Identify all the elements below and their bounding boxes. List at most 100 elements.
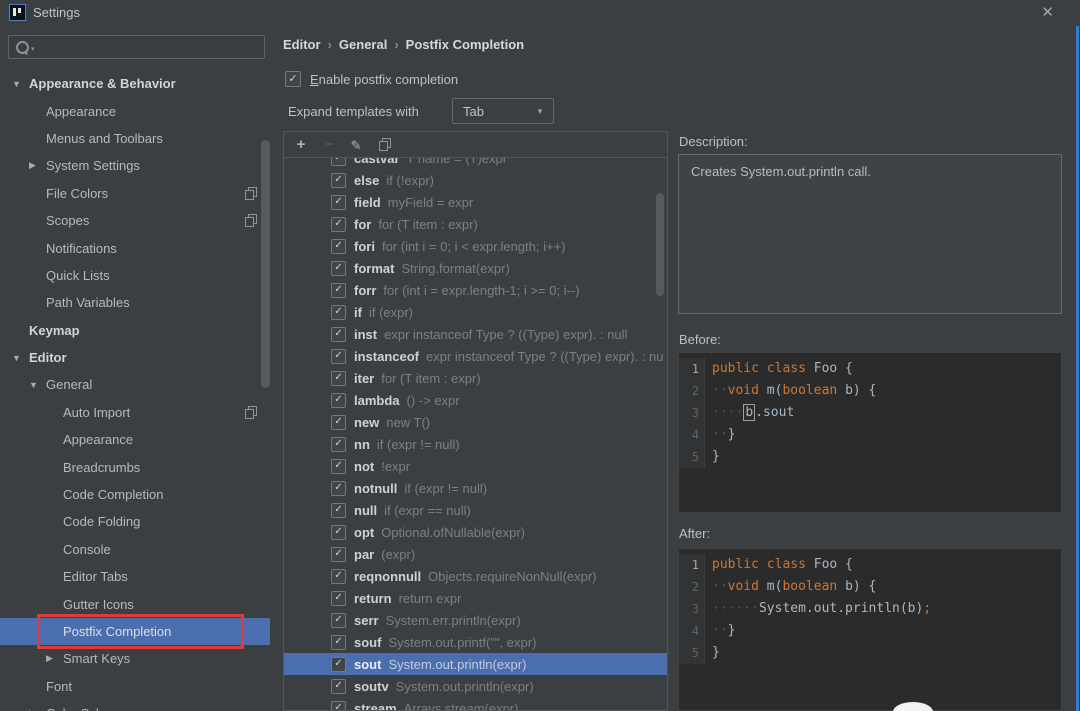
checkbox-checked-icon[interactable]: ✓ <box>331 502 346 518</box>
sidebar-item-appearance[interactable]: Appearance <box>0 426 270 453</box>
template-row-castvar[interactable]: ✓ castvar T name = (T)expr <box>284 158 667 169</box>
template-list-scrollbar[interactable] <box>656 193 664 296</box>
checkbox-checked-icon[interactable]: ✓ <box>331 260 346 276</box>
search-input[interactable] <box>34 37 264 57</box>
template-row-stream[interactable]: ✓ stream Arrays.stream(expr) <box>284 697 667 710</box>
tree-collapse-icon[interactable]: ▼ <box>12 353 29 363</box>
checkbox-checked-icon[interactable]: ✓ <box>331 414 346 430</box>
breadcrumb-editor[interactable]: Editor <box>283 37 321 52</box>
sidebar-item-appearance-behavior[interactable]: ▼ Appearance & Behavior <box>0 70 270 97</box>
sidebar-item-file-colors[interactable]: File Colors <box>0 180 270 207</box>
checkbox-checked-icon[interactable]: ✓ <box>331 282 346 298</box>
checkbox-checked-icon[interactable]: ✓ <box>331 370 346 386</box>
template-row-souf[interactable]: ✓ souf System.out.printf("", expr) <box>284 631 667 653</box>
checkbox-checked-icon[interactable]: ✓ <box>331 480 346 496</box>
tree-collapse-icon[interactable]: ▼ <box>29 380 46 390</box>
sidebar-item-quick-lists[interactable]: Quick Lists <box>0 262 270 289</box>
checkbox-checked-icon[interactable]: ✓ <box>331 590 346 606</box>
sidebar-item-label: Editor <box>29 350 67 366</box>
template-row-sout[interactable]: ✓ sout System.out.println(expr) <box>284 653 667 675</box>
add-button[interactable]: + <box>293 136 309 153</box>
checkbox-checked-icon[interactable]: ✓ <box>331 458 346 474</box>
checkbox-checked-icon[interactable]: ✓ <box>331 172 346 188</box>
checkbox-checked-icon[interactable]: ✓ <box>331 524 346 540</box>
template-row-field[interactable]: ✓ field myField = expr <box>284 191 667 213</box>
template-row-lambda[interactable]: ✓ lambda () -> expr <box>284 389 667 411</box>
checkbox-checked-icon[interactable]: ✓ <box>331 304 346 320</box>
template-row-inst[interactable]: ✓ inst expr instanceof Type ? ((Type) expr… <box>284 323 667 345</box>
checkbox-checked-icon[interactable]: ✓ <box>331 348 346 364</box>
template-row-par[interactable]: ✓ par (expr) <box>284 543 667 565</box>
search-icon <box>16 40 29 54</box>
sidebar-item-code-completion[interactable]: Code Completion <box>0 481 270 508</box>
edit-button[interactable]: ✎ <box>349 137 365 153</box>
template-row-fori[interactable]: ✓ fori for (int i = 0; i < expr.length; i+… <box>284 235 667 257</box>
sidebar-item-auto-import[interactable]: Auto Import <box>0 399 270 426</box>
checkbox-checked-icon[interactable]: ✓ <box>331 238 346 254</box>
breadcrumb-general[interactable]: General <box>339 37 387 52</box>
sidebar-item-code-folding[interactable]: Code Folding <box>0 508 270 535</box>
line-number: 4 <box>679 424 705 446</box>
template-row-else[interactable]: ✓ else if (!expr) <box>284 169 667 191</box>
template-row-serr[interactable]: ✓ serr System.err.println(expr) <box>284 609 667 631</box>
template-name: not <box>354 458 375 474</box>
checkbox-checked-icon[interactable]: ✓ <box>331 700 346 710</box>
template-row-return[interactable]: ✓ return return expr <box>284 587 667 609</box>
template-row-format[interactable]: ✓ format String.format(expr) <box>284 257 667 279</box>
sidebar-item-general[interactable]: ▼ General <box>0 371 270 398</box>
template-row-null[interactable]: ✓ null if (expr == null) <box>284 499 667 521</box>
tree-expand-icon[interactable]: ▶ <box>46 653 63 664</box>
checkbox-checked-icon[interactable]: ✓ <box>331 612 346 628</box>
template-row-for[interactable]: ✓ for for (T item : expr) <box>284 213 667 235</box>
tree-collapse-icon[interactable]: ▼ <box>12 79 29 89</box>
sidebar-item-smart-keys[interactable]: ▶ Smart Keys <box>0 645 270 672</box>
template-row-opt[interactable]: ✓ opt Optional.ofNullable(expr) <box>284 521 667 543</box>
sidebar-item-appearance[interactable]: Appearance <box>0 97 270 124</box>
checkbox-checked-icon[interactable]: ✓ <box>331 392 346 408</box>
sidebar-item-keymap[interactable]: Keymap <box>0 317 270 344</box>
checkbox-checked-icon[interactable]: ✓ <box>331 158 346 166</box>
template-row-soutv[interactable]: ✓ soutv System.out.println(expr) <box>284 675 667 697</box>
sidebar-item-menus-and-toolbars[interactable]: Menus and Toolbars <box>0 125 270 152</box>
sidebar-item-system-settings[interactable]: ▶ System Settings <box>0 152 270 179</box>
template-row-reqnonnull[interactable]: ✓ reqnonnull Objects.requireNonNull(expr) <box>284 565 667 587</box>
checkbox-checked-icon[interactable]: ✓ <box>331 326 346 342</box>
sidebar-item-console[interactable]: Console <box>0 536 270 563</box>
sidebar-item-editor[interactable]: ▼ Editor <box>0 344 270 371</box>
sidebar-item-font[interactable]: Font <box>0 673 270 700</box>
template-row-not[interactable]: ✓ not !expr <box>284 455 667 477</box>
sidebar-item-color-scheme[interactable]: ▶Color Scheme <box>0 700 270 711</box>
checkbox-checked-icon[interactable]: ✓ <box>331 568 346 584</box>
template-row-nn[interactable]: ✓ nn if (expr != null) <box>284 433 667 455</box>
line-number: 1 <box>679 554 705 576</box>
checkbox-checked-icon[interactable]: ✓ <box>331 678 346 694</box>
remove-button[interactable]: − <box>321 136 337 153</box>
enable-postfix-checkbox[interactable]: ✓ <box>285 71 301 87</box>
checkbox-checked-icon[interactable]: ✓ <box>331 216 346 232</box>
tree-expand-icon[interactable]: ▶ <box>29 160 46 171</box>
sidebar-scrollbar[interactable] <box>261 140 270 388</box>
duplicate-button[interactable] <box>379 138 391 151</box>
template-row-forr[interactable]: ✓ forr for (int i = expr.length-1; i >= 0;… <box>284 279 667 301</box>
expand-with-dropdown[interactable]: Tab ▼ <box>452 98 554 124</box>
template-row-if[interactable]: ✓ if if (expr) <box>284 301 667 323</box>
template-row-instanceof[interactable]: ✓ instanceof expr instanceof Type ? ((Type… <box>284 345 667 367</box>
checkbox-checked-icon[interactable]: ✓ <box>331 436 346 452</box>
checkbox-checked-icon[interactable]: ✓ <box>331 194 346 210</box>
sidebar-item-breadcrumbs[interactable]: Breadcrumbs <box>0 453 270 480</box>
checkbox-checked-icon[interactable]: ✓ <box>331 546 346 562</box>
template-row-new[interactable]: ✓ new new T() <box>284 411 667 433</box>
sidebar-item-scopes[interactable]: Scopes <box>0 207 270 234</box>
sidebar-item-postfix-completion[interactable]: Postfix Completion <box>0 613 270 650</box>
sidebar-item-editor-tabs[interactable]: Editor Tabs <box>0 563 270 590</box>
sidebar-item-gutter-icons[interactable]: Gutter Icons <box>0 590 270 617</box>
code-line: 3 ······System.out.println(b); <box>679 598 1061 620</box>
template-row-iter[interactable]: ✓ iter for (T item : expr) <box>284 367 667 389</box>
search-box[interactable]: ▾ <box>8 35 265 59</box>
sidebar-item-notifications[interactable]: Notifications <box>0 234 270 261</box>
checkbox-checked-icon[interactable]: ✓ <box>331 656 346 672</box>
sidebar-item-path-variables[interactable]: Path Variables <box>0 289 270 316</box>
code-line: 5} <box>679 446 1061 468</box>
checkbox-checked-icon[interactable]: ✓ <box>331 634 346 650</box>
template-row-notnull[interactable]: ✓ notnull if (expr != null) <box>284 477 667 499</box>
